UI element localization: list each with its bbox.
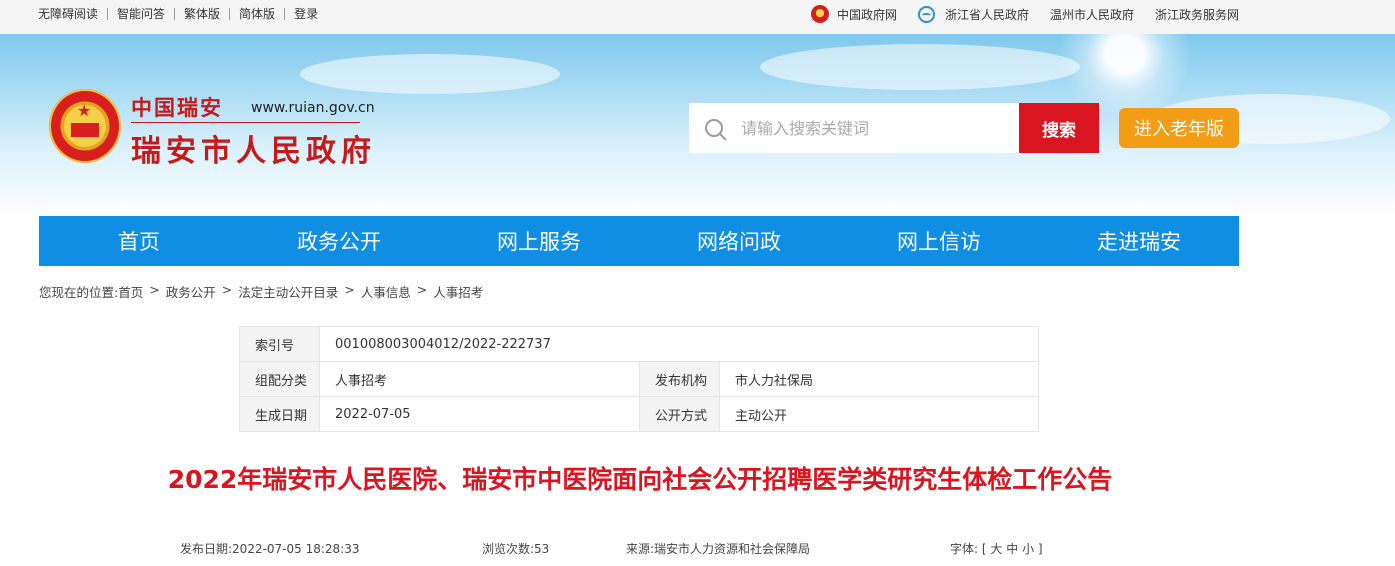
brand-divider [131,122,360,123]
cloud-decoration [300,54,560,94]
brand-title[interactable]: 瑞安市人民政府 [131,126,376,170]
wenzhou-gov-label: 温州市人民政府 [1049,7,1134,22]
search-icon [705,119,723,137]
breadcrumb-item-personnel-info[interactable]: 人事信息 [361,282,411,301]
zhejiang-logo-icon [917,5,935,23]
view-count-label: 浏览次数: [482,542,535,556]
breadcrumb-separator: > [149,282,160,297]
view-count: 浏览次数:53 [482,540,549,557]
site-header: ★ 中国瑞安 www.ruian.gov.cn 瑞安市人民政府 搜索 进入老年版 [0,34,1395,216]
font-large-button[interactable]: 大 [990,542,1002,556]
smart-qa-link[interactable]: 智能问答 [107,8,174,20]
zhejiang-gov-label: 浙江省人民政府 [944,7,1029,22]
table-row: 组配分类 人事招考 发布机构 市人力社保局 [239,361,1039,397]
china-gov-link[interactable]: 中国政府网 [810,5,897,23]
source-value: 瑞安市人力资源和社会保障局 [654,542,811,556]
mode-label: 公开方式 [639,396,720,432]
national-emblem-logo-icon[interactable]: ★ [49,89,121,163]
breadcrumb-separator: > [416,282,428,297]
breadcrumb-prefix: 您现在的位置: [39,285,119,300]
accessible-reading-link[interactable]: 无障碍阅读 [38,8,107,20]
cloud-decoration [760,44,1080,90]
accessibility-links: 无障碍阅读 智能问答 繁体版 简体版 登录 [38,0,327,28]
publish-date: 发布日期:2022-07-05 18:28:33 [180,540,360,557]
font-size-control: 字体: [ 大 中 小 ] [950,540,1043,557]
breadcrumb-item-home[interactable]: 首页 [118,282,143,301]
font-medium-button[interactable]: 中 [1006,542,1018,556]
search-button[interactable]: 搜索 [1019,103,1099,153]
article-source: 来源:瑞安市人力资源和社会保障局 [626,540,810,557]
login-link[interactable]: 登录 [284,8,327,20]
source-label: 来源: [626,542,655,556]
article-title: 2022年瑞安市人民医院、瑞安市中医院面向社会公开招聘医学类研究生体检工作公告 [167,465,1113,494]
zhejiang-service-link[interactable]: 浙江政务服务网 [1155,6,1239,23]
table-row: 索引号 001008003004012/2022-222737 [239,326,1039,362]
top-bar: 无障碍阅读 智能问答 繁体版 简体版 登录 中国政府网 浙江省人民政府 温州市人… [0,0,1395,34]
government-links: 中国政府网 浙江省人民政府 温州市人民政府 浙江政务服务网 [790,0,1239,28]
traditional-chinese-link[interactable]: 繁体版 [174,8,229,20]
publisher-value: 市人力社保局 [719,361,1039,397]
view-count-value: 53 [534,542,550,556]
font-small-button[interactable]: 小 [1022,542,1034,556]
nav-about-ruian[interactable]: 走进瑞安 [1039,216,1239,266]
table-row: 生成日期 2022-07-05 公开方式 主动公开 [239,396,1039,432]
date-value: 2022-07-05 [319,396,640,432]
index-value: 001008003004012/2022-222737 [319,326,1039,362]
zhejiang-gov-link[interactable]: 浙江省人民政府 [917,5,1029,23]
nav-online-inquiry[interactable]: 网络问政 [639,216,839,266]
national-emblem-icon [810,5,829,23]
wenzhou-gov-link[interactable]: 温州市人民政府 [1050,6,1134,23]
breadcrumb-item-government-affairs[interactable]: 政务公开 [166,282,216,301]
date-label: 生成日期 [239,396,320,432]
star-icon: ★ [77,101,92,120]
nav-online-petition[interactable]: 网上信访 [839,216,1039,266]
brand-small-title: 中国瑞安 [131,95,223,120]
site-url: www.ruian.gov.cn [251,100,375,116]
breadcrumb: 您现在的位置: 首页 > 政务公开 > 法定主动公开目录 > 人事信息 > 人事… [39,282,483,301]
font-bracket-close: ] [1037,542,1043,556]
search-input[interactable] [739,117,1003,139]
mode-value: 主动公开 [719,396,1039,432]
nav-government-affairs[interactable]: 政务公开 [239,216,439,266]
document-info-table: 索引号 001008003004012/2022-222737 组配分类 人事招… [239,326,1039,432]
nav-home[interactable]: 首页 [39,216,239,266]
publisher-label: 发布机构 [639,361,720,397]
simplified-chinese-link[interactable]: 简体版 [229,8,284,20]
tiananmen-gate-icon [71,123,99,137]
breadcrumb-item-catalog[interactable]: 法定主动公开目录 [238,282,338,301]
china-gov-label: 中国政府网 [836,7,897,22]
search-box [689,103,1019,153]
elder-mode-button[interactable]: 进入老年版 [1119,108,1239,148]
nav-online-services[interactable]: 网上服务 [439,216,639,266]
breadcrumb-item-recruitment[interactable]: 人事招考 [433,282,483,301]
category-label: 组配分类 [239,361,320,397]
zhejiang-service-label: 浙江政务服务网 [1154,7,1239,22]
category-value: 人事招考 [319,361,640,397]
breadcrumb-separator: > [221,282,233,297]
main-nav: 首页 政务公开 网上服务 网络问政 网上信访 走进瑞安 [39,216,1239,266]
publish-date-value: 2022-07-05 18:28:33 [232,542,360,556]
index-label: 索引号 [239,326,320,362]
font-bracket-open: [ [981,542,987,556]
breadcrumb-separator: > [344,282,355,297]
publish-date-label: 发布日期: [180,542,233,556]
font-size-label: 字体: [950,542,979,556]
